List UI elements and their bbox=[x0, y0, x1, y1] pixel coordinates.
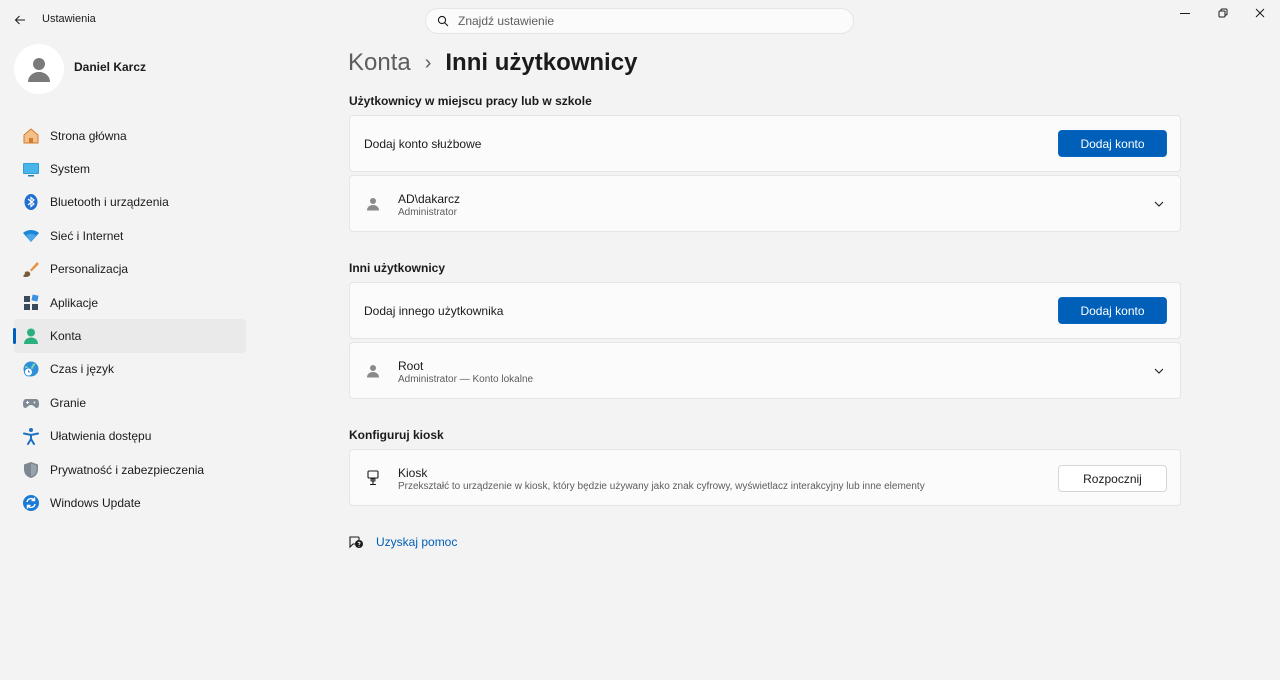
help-row: Uzyskaj pomoc bbox=[348, 532, 457, 552]
add-other-user-label: Dodaj innego użytkownika bbox=[364, 303, 504, 318]
arrow-left-icon bbox=[14, 15, 25, 25]
close-icon bbox=[1255, 8, 1265, 18]
sidebar-item-system[interactable]: System bbox=[14, 152, 246, 185]
sidebar-item-home[interactable]: Strona główna bbox=[14, 119, 246, 152]
sidebar-item-network[interactable]: Sieć i Internet bbox=[14, 219, 246, 252]
add-work-account-card: Dodaj konto służbowe Dodaj konto bbox=[349, 115, 1181, 172]
globe-clock-icon bbox=[22, 360, 40, 378]
add-other-user-card: Dodaj innego użytkownika Dodaj konto bbox=[349, 282, 1181, 339]
start-kiosk-button[interactable]: Rozpocznij bbox=[1058, 465, 1167, 492]
profile-name: Daniel Karcz bbox=[74, 60, 147, 74]
person-icon bbox=[365, 363, 381, 379]
sidebar-item-label: Bluetooth i urządzenia bbox=[50, 195, 169, 210]
person-icon bbox=[365, 196, 381, 212]
add-work-account-button[interactable]: Dodaj konto bbox=[1058, 130, 1167, 157]
breadcrumb: Konta › Inni użytkownicy bbox=[348, 46, 637, 80]
chevron-down-icon[interactable] bbox=[1151, 363, 1167, 379]
sidebar-item-label: Strona główna bbox=[50, 128, 127, 143]
sidebar-item-label: Prywatność i zabezpieczenia bbox=[50, 462, 205, 477]
sidebar-item-windows-update[interactable]: Windows Update bbox=[14, 486, 246, 519]
sidebar-nav: Strona główna System Bluetooth i urządze… bbox=[13, 119, 246, 520]
other-user-card[interactable]: Root Administrator — Konto lokalne bbox=[349, 342, 1181, 399]
sidebar-item-apps[interactable]: Aplikacje bbox=[14, 286, 246, 319]
apps-icon bbox=[22, 294, 40, 312]
sidebar-item-label: Personalizacja bbox=[50, 262, 129, 277]
kiosk-icon bbox=[365, 470, 381, 486]
sidebar-item-privacy[interactable]: Prywatność i zabezpieczenia bbox=[14, 453, 246, 486]
kiosk-card: Kiosk Przekształć to urządzenie w kiosk,… bbox=[349, 449, 1181, 506]
sidebar-item-label: Sieć i Internet bbox=[50, 228, 124, 243]
sidebar-item-time-language[interactable]: Czas i język bbox=[14, 353, 246, 386]
home-icon bbox=[22, 127, 40, 145]
close-button[interactable] bbox=[1237, 0, 1280, 26]
other-user-role: Administrator — Konto lokalne bbox=[398, 374, 534, 385]
breadcrumb-separator: › bbox=[424, 51, 432, 74]
shield-icon bbox=[22, 461, 40, 479]
search-icon bbox=[436, 14, 450, 28]
search-box[interactable] bbox=[425, 8, 854, 34]
restore-icon bbox=[1218, 8, 1228, 18]
sidebar-item-label: Ułatwienia dostępu bbox=[50, 429, 152, 444]
kiosk-section-heading: Konfiguruj kiosk bbox=[349, 428, 444, 442]
user-profile[interactable]: Daniel Karcz bbox=[14, 44, 254, 96]
work-user-role: Administrator bbox=[398, 207, 457, 218]
update-icon bbox=[22, 494, 40, 512]
app-title: Ustawienia bbox=[42, 13, 96, 25]
sidebar-item-label: Konta bbox=[50, 329, 82, 344]
work-user-name: AD\dakarcz bbox=[398, 192, 461, 206]
back-button[interactable] bbox=[8, 8, 32, 32]
minimize-icon bbox=[1180, 13, 1190, 14]
sidebar-item-label: Czas i język bbox=[50, 362, 115, 377]
person-avatar-icon bbox=[28, 58, 50, 82]
chevron-down-icon[interactable] bbox=[1151, 196, 1167, 212]
avatar bbox=[14, 44, 64, 94]
kiosk-title: Kiosk bbox=[398, 466, 428, 480]
work-user-card[interactable]: AD\dakarcz Administrator bbox=[349, 175, 1181, 232]
accounts-icon bbox=[22, 327, 40, 345]
sidebar-item-gaming[interactable]: Granie bbox=[14, 386, 246, 419]
title-bar: Ustawienia bbox=[0, 0, 1280, 40]
sidebar-item-label: Granie bbox=[50, 395, 87, 410]
sidebar-item-label: Aplikacje bbox=[50, 295, 99, 310]
accessibility-icon bbox=[22, 427, 40, 446]
kiosk-description: Przekształć to urządzenie w kiosk, który… bbox=[398, 481, 925, 492]
help-icon bbox=[348, 534, 364, 550]
other-user-name: Root bbox=[398, 359, 424, 373]
add-other-user-button[interactable]: Dodaj konto bbox=[1058, 297, 1167, 324]
get-help-link[interactable]: Uzyskaj pomoc bbox=[376, 535, 457, 549]
work-section-heading: Użytkownicy w miejscu pracy lub w szkole bbox=[349, 94, 592, 108]
brush-icon bbox=[22, 260, 40, 278]
sidebar-item-personalization[interactable]: Personalizacja bbox=[14, 253, 246, 286]
gamepad-icon bbox=[22, 394, 40, 412]
bluetooth-icon bbox=[22, 193, 40, 211]
system-icon bbox=[22, 160, 40, 178]
sidebar-item-accounts[interactable]: Konta bbox=[13, 319, 246, 353]
page-title: Inni użytkownicy bbox=[445, 49, 638, 76]
wifi-icon bbox=[22, 227, 40, 245]
sidebar-item-label: Windows Update bbox=[50, 495, 141, 510]
sidebar-item-accessibility[interactable]: Ułatwienia dostępu bbox=[14, 420, 246, 453]
others-section-heading: Inni użytkownicy bbox=[349, 261, 446, 275]
sidebar-item-bluetooth[interactable]: Bluetooth i urządzenia bbox=[14, 186, 246, 219]
search-input[interactable] bbox=[458, 14, 838, 28]
sidebar-item-label: System bbox=[50, 162, 91, 177]
active-indicator bbox=[13, 328, 16, 345]
add-work-account-label: Dodaj konto służbowe bbox=[364, 136, 482, 151]
breadcrumb-parent[interactable]: Konta bbox=[348, 49, 411, 77]
